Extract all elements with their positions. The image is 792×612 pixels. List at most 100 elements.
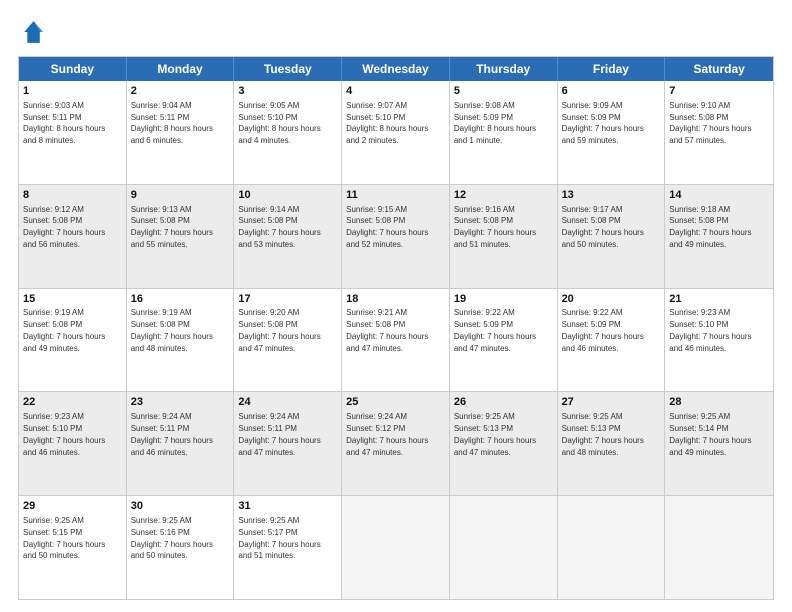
calendar-cell: 22 Sunrise: 9:23 AMSunset: 5:10 PMDayligh… [19, 392, 127, 495]
calendar-cell: 27 Sunrise: 9:25 AMSunset: 5:13 PMDayligh… [558, 392, 666, 495]
calendar-cell: 25Sunrise: 9:24 AMSunset: 5:12 PMDayligh… [342, 392, 450, 495]
day-number: 8 [23, 188, 122, 203]
calendar-cell: 7Sunrise: 9:10 AMSunset: 5:08 PMDaylight… [665, 81, 773, 184]
day-number: 26 [454, 395, 553, 410]
calendar-cell: 1 Sunrise: 9:03 AMSunset: 5:11 PMDaylight… [19, 81, 127, 184]
day-number: 9 [131, 188, 230, 203]
calendar-week-4: 22 Sunrise: 9:23 AMSunset: 5:10 PMDayligh… [19, 391, 773, 495]
calendar-cell: 14 Sunrise: 9:18 AMSunset: 5:08 PMDayligh… [665, 185, 773, 288]
logo-icon [18, 18, 46, 46]
cell-sunrise: Sunrise: 9:25 AMSunset: 5:14 PMDaylight:… [669, 412, 751, 456]
day-number: 25 [346, 395, 445, 410]
header-day-friday: Friday [558, 57, 666, 81]
cell-sunrise: Sunrise: 9:23 AMSunset: 5:10 PMDaylight:… [23, 412, 105, 456]
day-number: 3 [238, 84, 337, 99]
calendar-week-5: 29 Sunrise: 9:25 AMSunset: 5:15 PMDayligh… [19, 495, 773, 599]
header-day-wednesday: Wednesday [342, 57, 450, 81]
day-number: 4 [346, 84, 445, 99]
day-number: 23 [131, 395, 230, 410]
day-number: 20 [562, 292, 661, 307]
calendar-grid: SundayMondayTuesdayWednesdayThursdayFrid… [18, 56, 774, 600]
cell-sunrise: Sunrise: 9:13 AMSunset: 5:08 PMDaylight:… [131, 205, 213, 249]
cell-sunrise: Sunrise: 9:17 AMSunset: 5:08 PMDaylight:… [562, 205, 644, 249]
day-number: 29 [23, 499, 122, 514]
cell-sunrise: Sunrise: 9:25 AMSunset: 5:16 PMDaylight:… [131, 516, 213, 560]
cell-sunrise: Sunrise: 9:09 AMSunset: 5:09 PMDaylight:… [562, 101, 644, 145]
day-number: 14 [669, 188, 769, 203]
cell-sunrise: Sunrise: 9:22 AMSunset: 5:09 PMDaylight:… [562, 308, 644, 352]
calendar-cell: 26 Sunrise: 9:25 AMSunset: 5:13 PMDayligh… [450, 392, 558, 495]
day-number: 17 [238, 292, 337, 307]
day-number: 22 [23, 395, 122, 410]
cell-sunrise: Sunrise: 9:23 AMSunset: 5:10 PMDaylight:… [669, 308, 751, 352]
calendar-cell: 13Sunrise: 9:17 AMSunset: 5:08 PMDayligh… [558, 185, 666, 288]
calendar-week-3: 15 Sunrise: 9:19 AMSunset: 5:08 PMDayligh… [19, 288, 773, 392]
cell-sunrise: Sunrise: 9:25 AMSunset: 5:17 PMDaylight:… [238, 516, 320, 560]
day-number: 28 [669, 395, 769, 410]
calendar-cell: 11 Sunrise: 9:15 AMSunset: 5:08 PMDayligh… [342, 185, 450, 288]
cell-sunrise: Sunrise: 9:05 AMSunset: 5:10 PMDaylight:… [238, 101, 320, 145]
calendar-cell: 2 Sunrise: 9:04 AMSunset: 5:11 PMDaylight… [127, 81, 235, 184]
calendar-cell: 15Sunrise: 9:19 AMSunset: 5:08 PMDayligh… [19, 289, 127, 392]
cell-sunrise: Sunrise: 9:22 AMSunset: 5:09 PMDaylight:… [454, 308, 536, 352]
calendar-cell [450, 496, 558, 599]
day-number: 2 [131, 84, 230, 99]
cell-sunrise: Sunrise: 9:20 AMSunset: 5:08 PMDaylight:… [238, 308, 320, 352]
cell-sunrise: Sunrise: 9:07 AMSunset: 5:10 PMDaylight:… [346, 101, 428, 145]
day-number: 27 [562, 395, 661, 410]
calendar-body: 1 Sunrise: 9:03 AMSunset: 5:11 PMDaylight… [19, 81, 773, 599]
cell-sunrise: Sunrise: 9:12 AMSunset: 5:08 PMDaylight:… [23, 205, 105, 249]
calendar-week-2: 8 Sunrise: 9:12 AMSunset: 5:08 PMDaylight… [19, 184, 773, 288]
cell-sunrise: Sunrise: 9:18 AMSunset: 5:08 PMDaylight:… [669, 205, 751, 249]
calendar-header: SundayMondayTuesdayWednesdayThursdayFrid… [19, 57, 773, 81]
cell-sunrise: Sunrise: 9:25 AMSunset: 5:13 PMDaylight:… [562, 412, 644, 456]
calendar-cell: 16Sunrise: 9:19 AMSunset: 5:08 PMDayligh… [127, 289, 235, 392]
day-number: 30 [131, 499, 230, 514]
cell-sunrise: Sunrise: 9:25 AMSunset: 5:13 PMDaylight:… [454, 412, 536, 456]
calendar-cell: 5Sunrise: 9:08 AMSunset: 5:09 PMDaylight… [450, 81, 558, 184]
calendar-cell: 3 Sunrise: 9:05 AMSunset: 5:10 PMDaylight… [234, 81, 342, 184]
cell-sunrise: Sunrise: 9:15 AMSunset: 5:08 PMDaylight:… [346, 205, 428, 249]
day-number: 21 [669, 292, 769, 307]
cell-sunrise: Sunrise: 9:24 AMSunset: 5:11 PMDaylight:… [238, 412, 320, 456]
cell-sunrise: Sunrise: 9:10 AMSunset: 5:08 PMDaylight:… [669, 101, 751, 145]
cell-sunrise: Sunrise: 9:25 AMSunset: 5:15 PMDaylight:… [23, 516, 105, 560]
calendar-page: SundayMondayTuesdayWednesdayThursdayFrid… [0, 0, 792, 612]
cell-sunrise: Sunrise: 9:21 AMSunset: 5:08 PMDaylight:… [346, 308, 428, 352]
calendar-cell: 10Sunrise: 9:14 AMSunset: 5:08 PMDayligh… [234, 185, 342, 288]
calendar-cell: 20Sunrise: 9:22 AMSunset: 5:09 PMDayligh… [558, 289, 666, 392]
day-number: 11 [346, 188, 445, 203]
calendar-cell [342, 496, 450, 599]
day-number: 10 [238, 188, 337, 203]
calendar-cell: 12 Sunrise: 9:16 AMSunset: 5:08 PMDayligh… [450, 185, 558, 288]
cell-sunrise: Sunrise: 9:16 AMSunset: 5:08 PMDaylight:… [454, 205, 536, 249]
day-number: 1 [23, 84, 122, 99]
calendar-cell: 4 Sunrise: 9:07 AMSunset: 5:10 PMDaylight… [342, 81, 450, 184]
calendar-cell: 17Sunrise: 9:20 AMSunset: 5:08 PMDayligh… [234, 289, 342, 392]
calendar-cell: 29 Sunrise: 9:25 AMSunset: 5:15 PMDayligh… [19, 496, 127, 599]
logo [18, 18, 50, 46]
calendar-cell [665, 496, 773, 599]
day-number: 6 [562, 84, 661, 99]
day-number: 16 [131, 292, 230, 307]
header-day-sunday: Sunday [19, 57, 127, 81]
header-day-thursday: Thursday [450, 57, 558, 81]
header-day-tuesday: Tuesday [234, 57, 342, 81]
day-number: 5 [454, 84, 553, 99]
calendar-cell: 31Sunrise: 9:25 AMSunset: 5:17 PMDayligh… [234, 496, 342, 599]
day-number: 18 [346, 292, 445, 307]
day-number: 15 [23, 292, 122, 307]
calendar-cell: 19Sunrise: 9:22 AMSunset: 5:09 PMDayligh… [450, 289, 558, 392]
cell-sunrise: Sunrise: 9:19 AMSunset: 5:08 PMDaylight:… [131, 308, 213, 352]
day-number: 19 [454, 292, 553, 307]
header-day-monday: Monday [127, 57, 235, 81]
calendar-cell: 8 Sunrise: 9:12 AMSunset: 5:08 PMDaylight… [19, 185, 127, 288]
calendar-cell: 21Sunrise: 9:23 AMSunset: 5:10 PMDayligh… [665, 289, 773, 392]
calendar-cell: 30 Sunrise: 9:25 AMSunset: 5:16 PMDayligh… [127, 496, 235, 599]
calendar-week-1: 1 Sunrise: 9:03 AMSunset: 5:11 PMDaylight… [19, 81, 773, 184]
calendar-cell: 24Sunrise: 9:24 AMSunset: 5:11 PMDayligh… [234, 392, 342, 495]
cell-sunrise: Sunrise: 9:04 AMSunset: 5:11 PMDaylight:… [131, 101, 213, 145]
cell-sunrise: Sunrise: 9:03 AMSunset: 5:11 PMDaylight:… [23, 101, 105, 145]
day-number: 12 [454, 188, 553, 203]
page-header [18, 18, 774, 46]
